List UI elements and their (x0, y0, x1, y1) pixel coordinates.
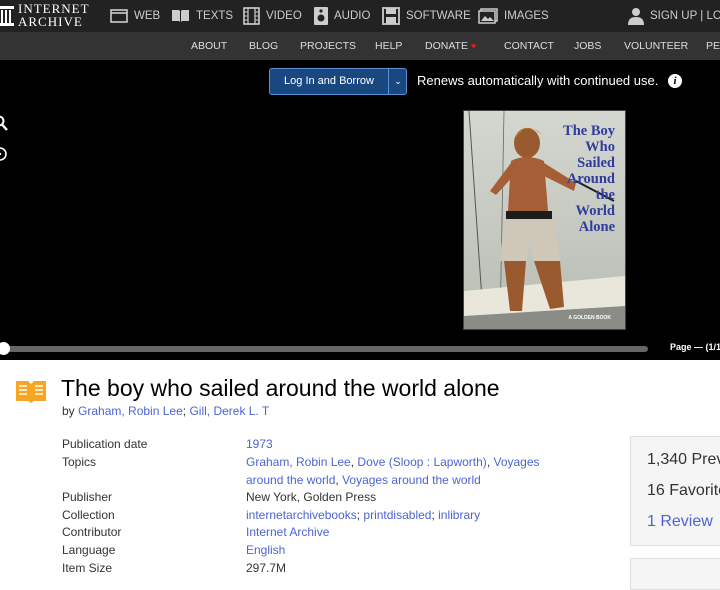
nav-web-label: WEB (134, 10, 161, 22)
secondary-panel (630, 558, 720, 590)
item-size-value: 297.7M (246, 561, 287, 575)
topic-link[interactable]: Graham, Robin Lee (246, 455, 351, 469)
nav-audio-label: AUDIO (334, 10, 371, 22)
log-in-and-borrow-button[interactable]: Log In and Borrow (270, 69, 388, 94)
nav-texts-label: TEXTS (196, 10, 234, 22)
topics-list: Graham, Robin Lee, Dove (Sloop : Lapwort… (246, 453, 541, 489)
subnav-about[interactable]: ABOUT (191, 32, 227, 60)
film-icon (243, 7, 260, 25)
page-progress-bar[interactable] (3, 346, 648, 352)
subnav-blog[interactable]: BLOG (249, 32, 278, 60)
metadata-label: Language (62, 543, 116, 557)
heart-icon: ♥ (470, 41, 477, 51)
subnav-jobs[interactable]: JOBS (574, 32, 601, 60)
nav-images[interactable]: IMAGES (478, 0, 549, 32)
nav-video[interactable]: VIDEO (243, 0, 302, 32)
favorites-count: 16 Favorites (647, 482, 720, 499)
borrow-button-group: Log In and Borrow ⌄ (269, 68, 407, 95)
subnav-donate[interactable]: DONATE ♥ (425, 32, 476, 60)
publisher-value: New York, Golden Press (246, 490, 377, 504)
logo-text-line2: ARCHIVE (18, 14, 83, 29)
language-link[interactable]: English (246, 543, 285, 557)
image-icon (478, 8, 498, 24)
collection-link[interactable]: inlibrary (438, 508, 480, 522)
subnav-donate-label: DONATE (425, 40, 468, 52)
web-icon (110, 9, 128, 23)
subnav-contact[interactable]: CONTACT (504, 32, 554, 60)
publication-date-link: 1973 (246, 435, 273, 453)
cover-title: The Boy Who Sailed Around the World Alon… (563, 123, 615, 235)
cover-title-line: the (595, 187, 615, 203)
reviews-link[interactable]: 1 Review (647, 513, 713, 531)
more-options-icon[interactable] (0, 146, 8, 162)
topic-link[interactable]: Voyages around the world (493, 453, 541, 471)
account-label: SIGN UP | LOG IN (650, 10, 720, 22)
subnav-projects[interactable]: PROJECTS (300, 32, 356, 60)
texts-book-icon (16, 381, 46, 403)
subnav-people[interactable]: PEOPLE (706, 32, 720, 60)
book-reader: Log In and Borrow ⌄ Renews automatically… (0, 60, 720, 360)
publication-date-value[interactable]: 1973 (246, 437, 273, 451)
book-icon (172, 10, 189, 22)
secondary-nav: ABOUT BLOG PROJECTS HELP DONATE ♥ CONTACT… (0, 32, 720, 60)
item-stats-panel: 1,340 Previews 16 Favorites 1 Review (630, 436, 720, 546)
by-prefix: by (62, 404, 75, 418)
nav-images-label: IMAGES (504, 10, 549, 22)
nav-software-label: SOFTWARE (406, 10, 471, 22)
author-link[interactable]: Gill, Derek L. T (189, 404, 269, 418)
previews-count: 1,340 Previews (647, 451, 720, 468)
metadata-label: Contributor (62, 525, 122, 539)
metadata-label: Collection (62, 508, 115, 522)
metadata-label: Publication date (62, 437, 148, 451)
subnav-help[interactable]: HELP (375, 32, 402, 60)
contributor-link[interactable]: Internet Archive (246, 525, 329, 539)
nav-video-label: VIDEO (266, 10, 302, 22)
topics-line: around the world, Voyages around the wor… (246, 473, 481, 487)
cover-title-line: World (575, 203, 615, 219)
speaker-icon (314, 7, 328, 25)
cover-title-line: The Boy (563, 123, 615, 139)
zoom-in-icon[interactable] (0, 115, 8, 131)
byline: by Graham, Robin Lee; Gill, Derek L. T (62, 404, 270, 418)
info-icon[interactable]: i (668, 74, 682, 88)
top-nav-bar: INTERNET ARCHIVE WEB TEXTS VIDEO AUDIO S… (0, 0, 720, 32)
author-link[interactable]: Graham, Robin Lee (78, 404, 183, 418)
cover-title-line: Who (585, 139, 615, 155)
renews-notice: Renews automatically with continued use. (417, 73, 659, 88)
cover-title-line: Alone (578, 219, 615, 235)
nav-web[interactable]: WEB (110, 0, 160, 32)
account-link[interactable]: SIGN UP | LOG IN (628, 0, 720, 32)
cover-publisher: A GOLDEN BOOK (568, 315, 611, 321)
cover-title-line: Around (566, 171, 615, 187)
collection-link[interactable]: printdisabled (363, 508, 431, 522)
nav-software[interactable]: SOFTWARE (382, 0, 471, 32)
nav-audio[interactable]: AUDIO (314, 0, 370, 32)
metadata-label: Topics (62, 455, 97, 469)
metadata-label: Item Size (62, 561, 113, 575)
cover-title-line: Sailed (577, 155, 615, 171)
floppy-icon (382, 7, 400, 25)
nav-texts[interactable]: TEXTS (171, 0, 233, 32)
topic-link[interactable]: around the world (246, 473, 335, 487)
topic-link[interactable]: Voyages around the world (342, 473, 481, 487)
contributor-wrap: Internet Archive (246, 523, 329, 541)
language-wrap: English (246, 541, 285, 559)
topic-link[interactable]: Dove (Sloop : Lapworth) (357, 455, 486, 469)
metadata-label: Publisher (62, 490, 113, 504)
page-slider-handle[interactable] (0, 342, 10, 355)
topics-line: Graham, Robin Lee, Dove (Sloop : Lapwort… (246, 453, 541, 471)
user-icon (628, 8, 644, 25)
collection-link[interactable]: internetarchivebooks (246, 508, 357, 522)
collection-list: internetarchivebooks; printdisabled; inl… (246, 508, 481, 522)
book-cover[interactable]: The Boy Who Sailed Around the World Alon… (463, 110, 626, 330)
subnav-volunteer[interactable]: VOLUNTEER (624, 32, 688, 60)
borrow-dropdown-toggle[interactable]: ⌄ (388, 69, 407, 94)
page-indicator: Page — (1/1) (670, 342, 720, 352)
page-title: The boy who sailed around the world alon… (61, 375, 500, 401)
archive-building-icon (0, 6, 14, 26)
